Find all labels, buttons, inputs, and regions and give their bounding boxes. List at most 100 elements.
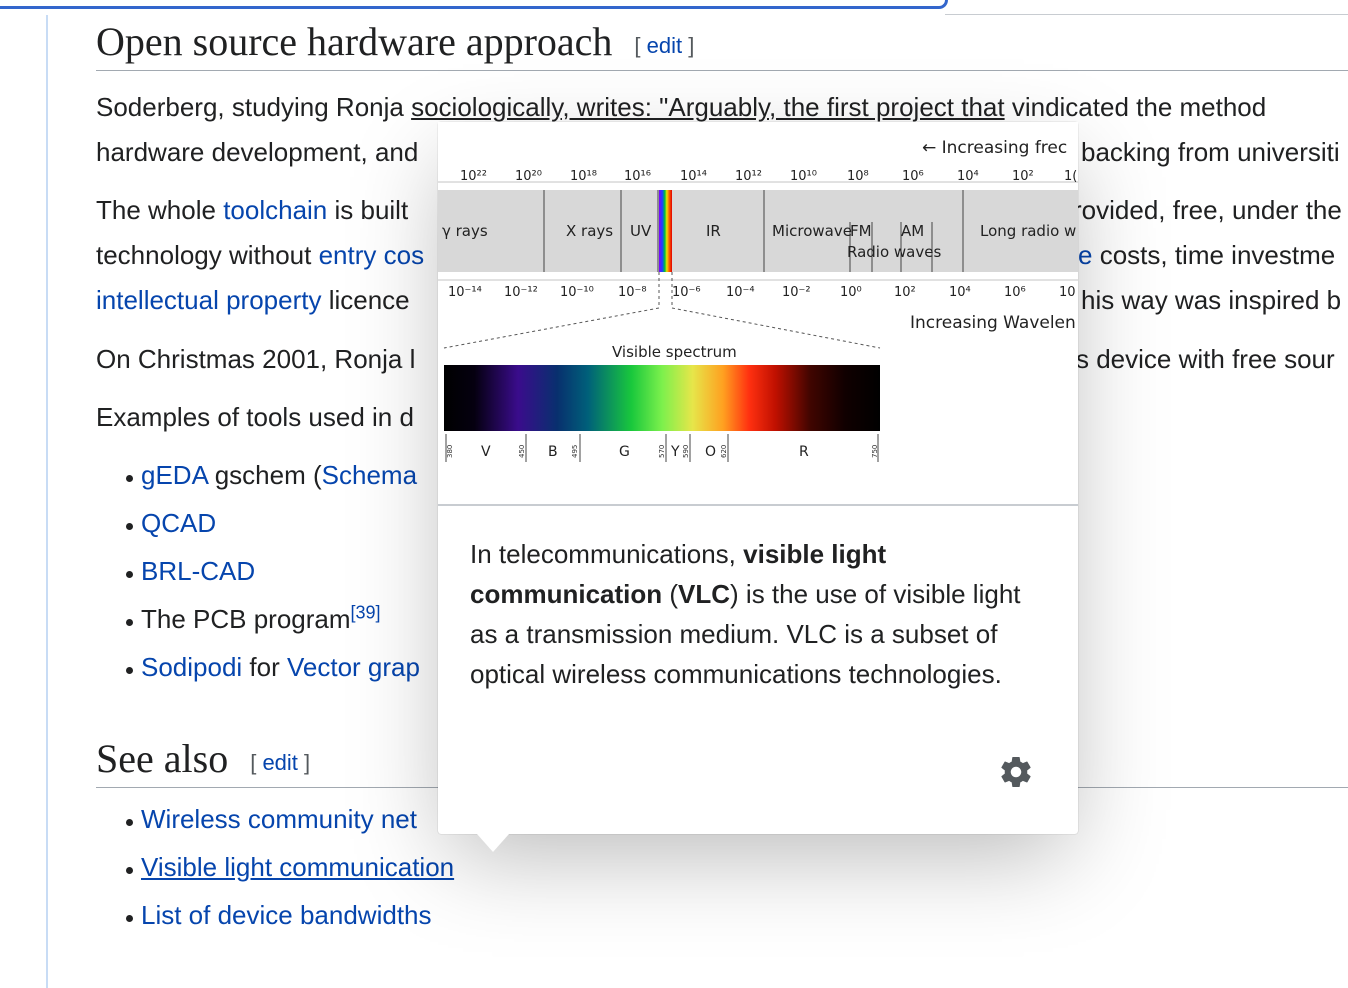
- paragraph-line: Soderberg, studying Ronja sociologically…: [96, 92, 1267, 122]
- heading-rule: [96, 70, 1348, 71]
- list-item: QCAD: [96, 508, 420, 556]
- svg-text:10⁻¹⁰: 10⁻¹⁰: [560, 285, 594, 300]
- svg-text:IR: IR: [706, 222, 721, 240]
- list-item: List of device bandwidths: [96, 900, 454, 948]
- svg-text:10⁸: 10⁸: [847, 169, 869, 184]
- visible-light-communication-link[interactable]: Visible light communication: [141, 852, 454, 882]
- svg-text:Radio waves: Radio waves: [847, 243, 941, 261]
- tools-list: gEDA gschem (Schema QCAD BRL-CAD The PCB…: [96, 460, 420, 700]
- list-of-device-bandwidths-link[interactable]: List of device bandwidths: [141, 900, 432, 930]
- svg-text:10²: 10²: [1012, 169, 1034, 184]
- svg-text:1(: 1(: [1064, 169, 1077, 184]
- edit-section: [ edit ]: [634, 32, 695, 58]
- electromagnetic-spectrum-diagram: ← Increasing frec 10²² 10²⁰ 10¹⁸ 10¹⁶ 10…: [438, 122, 1078, 504]
- svg-text:R: R: [799, 444, 809, 460]
- visible-spectrum-label: Visible spectrum: [612, 343, 737, 361]
- edit-section-link[interactable]: edit: [647, 33, 682, 58]
- svg-text:AM: AM: [901, 222, 924, 240]
- svg-text:570: 570: [658, 445, 666, 458]
- svg-text:10⁶: 10⁶: [902, 169, 924, 184]
- wavelength-axis-label: Increasing Wavelen: [910, 313, 1076, 333]
- svg-text:10⁻¹²: 10⁻¹²: [504, 285, 538, 300]
- svg-text:G: G: [619, 444, 630, 460]
- content-left-border: [46, 15, 48, 988]
- svg-text:FM: FM: [850, 222, 872, 240]
- list-item: gEDA gschem (Schema: [96, 460, 420, 508]
- svg-text:10²⁰: 10²⁰: [515, 169, 542, 184]
- paragraph-line: hardware development, and backing from un…: [96, 137, 1340, 167]
- preview-extract[interactable]: In telecommunications, visible light com…: [470, 534, 1030, 694]
- svg-text:Microwave: Microwave: [772, 222, 852, 240]
- svg-text:10¹⁰: 10¹⁰: [790, 169, 817, 184]
- header-divider: [945, 14, 1348, 15]
- section-title: See also: [96, 736, 229, 781]
- svg-text:UV: UV: [630, 222, 652, 240]
- svg-text:620: 620: [720, 445, 728, 458]
- svg-text:10⁰: 10⁰: [840, 285, 862, 300]
- brl-cad-link[interactable]: BRL-CAD: [141, 556, 255, 586]
- svg-text:10⁻¹⁴: 10⁻¹⁴: [448, 285, 482, 300]
- svg-text:10⁻⁸: 10⁻⁸: [618, 285, 647, 300]
- svg-text:γ rays: γ rays: [442, 222, 488, 240]
- svg-text:Y: Y: [670, 444, 680, 460]
- svg-text:10: 10: [1059, 285, 1076, 300]
- svg-text:495: 495: [571, 445, 579, 458]
- svg-text:Long radio w: Long radio w: [980, 222, 1076, 240]
- svg-text:10²²: 10²²: [460, 169, 487, 184]
- list-item: Visible light communication: [96, 852, 454, 900]
- gear-icon[interactable]: [998, 754, 1034, 790]
- page-preview-popup[interactable]: ← Increasing frec 10²² 10²⁰ 10¹⁸ 10¹⁶ 10…: [438, 122, 1078, 834]
- svg-text:380: 380: [446, 445, 454, 458]
- frequency-axis-label: ← Increasing frec: [922, 138, 1067, 158]
- schematic-link[interactable]: Schema: [322, 460, 417, 490]
- section-heading-see-also: See also [ edit ]: [96, 735, 310, 782]
- visible-band-marker: [659, 190, 672, 272]
- toolchain-link[interactable]: toolchain: [223, 195, 327, 225]
- svg-text:10⁴: 10⁴: [949, 285, 971, 300]
- svg-text:10⁴: 10⁴: [957, 169, 979, 184]
- reference-39-link[interactable]: [39]: [351, 602, 381, 622]
- vector-graphics-link[interactable]: Vector grap: [287, 652, 420, 682]
- svg-text:X rays: X rays: [566, 222, 613, 240]
- intellectual-property-link[interactable]: intellectual property: [96, 285, 321, 315]
- svg-text:10¹⁴: 10¹⁴: [680, 169, 707, 184]
- list-item: BRL-CAD: [96, 556, 420, 604]
- paragraph-line: Examples of tools used in d: [96, 402, 414, 432]
- preview-thumbnail[interactable]: ← Increasing frec 10²² 10²⁰ 10¹⁸ 10¹⁶ 10…: [438, 122, 1078, 506]
- visible-spectrum-strip: [444, 365, 880, 431]
- svg-text:10¹²: 10¹²: [735, 169, 762, 184]
- svg-text:O: O: [705, 444, 716, 460]
- qcad-link[interactable]: QCAD: [141, 508, 216, 538]
- edit-section-link[interactable]: edit: [262, 750, 297, 775]
- svg-text:B: B: [548, 444, 558, 460]
- search-bar-edge: [0, 0, 948, 9]
- wireless-community-network-link[interactable]: Wireless community net: [141, 804, 417, 834]
- svg-text:10¹⁶: 10¹⁶: [624, 169, 651, 184]
- svg-text:590: 590: [682, 445, 690, 458]
- popup-pointer: [477, 834, 509, 852]
- section-title: Open source hardware approach: [96, 19, 613, 64]
- svg-text:10⁶: 10⁶: [1004, 285, 1026, 300]
- svg-text:10²: 10²: [894, 285, 916, 300]
- sociologically-link[interactable]: sociologically, writes: "Arguably, the f…: [411, 92, 1005, 122]
- edit-section: [ edit ]: [250, 749, 311, 775]
- see-also-list: Wireless community net Visible light com…: [96, 804, 454, 948]
- paragraph-line: intellectual property licence his way was…: [96, 285, 1342, 315]
- svg-text:10⁻⁶: 10⁻⁶: [672, 285, 701, 300]
- svg-text:450: 450: [518, 445, 526, 458]
- svg-text:10⁻⁴: 10⁻⁴: [726, 285, 755, 300]
- svg-text:10⁻²: 10⁻²: [782, 285, 811, 300]
- section-heading-open-source-hardware: Open source hardware approach [ edit ]: [96, 18, 694, 65]
- geda-link[interactable]: gEDA: [141, 460, 208, 490]
- paragraph-line: The whole toolchain is built rovided, fre…: [96, 195, 1342, 225]
- paragraph-line: technology without entry cos e costs, tim…: [96, 240, 1336, 270]
- list-item: Wireless community net: [96, 804, 454, 852]
- entry-costs-link-tail[interactable]: e: [1078, 240, 1092, 270]
- svg-text:10¹⁸: 10¹⁸: [570, 169, 597, 184]
- entry-costs-link[interactable]: entry cos: [319, 240, 425, 270]
- paragraph-line: On Christmas 2001, Ronja ls device with …: [96, 344, 1335, 374]
- list-item: The PCB program[39]: [96, 602, 420, 652]
- list-item: Sodipodi for Vector grap: [96, 652, 420, 700]
- svg-text:V: V: [481, 444, 491, 460]
- sodipodi-link[interactable]: Sodipodi: [141, 652, 242, 682]
